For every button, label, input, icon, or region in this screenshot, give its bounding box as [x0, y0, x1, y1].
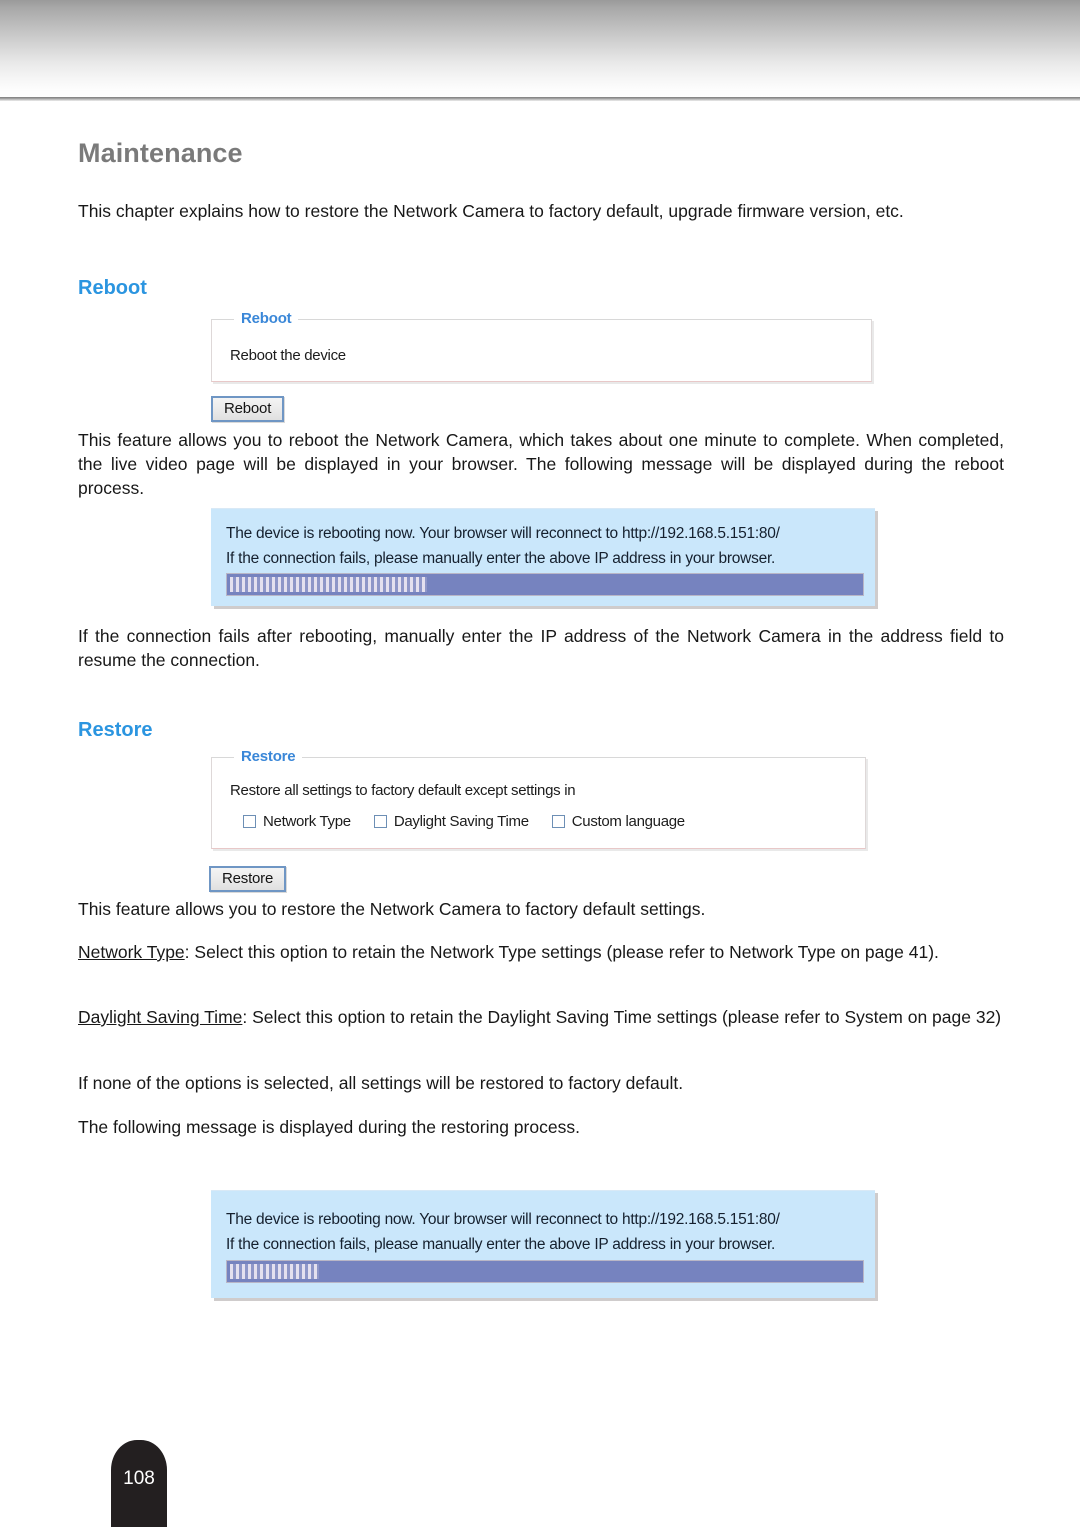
restore-message-intro-paragraph: The following message is displayed durin…: [78, 1117, 580, 1137]
restore-progress-bar: [226, 1260, 864, 1283]
section-heading-restore: Restore: [78, 719, 153, 741]
reboot-dialog-line-2: If the connection fails, please manually…: [226, 550, 776, 567]
reboot-progress-dialog: The device is rebooting now. Your browse…: [211, 508, 875, 606]
restore-dialog-line-2: If the connection fails, please manually…: [226, 1236, 776, 1253]
restore-description: Restore all settings to factory default …: [230, 782, 576, 799]
reboot-fallback-paragraph: If the connection fails after rebooting,…: [78, 626, 1004, 670]
reboot-progress-fill: [230, 577, 428, 592]
definition-term-network-type: Network Type: [78, 942, 185, 962]
reboot-fieldset-legend: Reboot: [234, 310, 299, 327]
reboot-fieldset: Reboot Reboot the device: [211, 310, 872, 382]
checkbox-label: Network Type: [263, 813, 351, 830]
restore-dialog-line-1: The device is rebooting now. Your browse…: [226, 1211, 780, 1228]
definition-body-daylight-saving-time: : Select this option to retain the Dayli…: [242, 1007, 1002, 1027]
reboot-explanation-paragraph: This feature allows you to reboot the Ne…: [78, 430, 1004, 498]
restore-fieldset-legend: Restore: [234, 748, 303, 765]
page-title: Maintenance: [78, 138, 243, 168]
reboot-button[interactable]: Reboot: [211, 396, 285, 422]
restore-settings-panel: Restore Restore all settings to factory …: [211, 748, 866, 849]
checkbox-box-icon[interactable]: [373, 815, 387, 828]
restore-progress-dialog: The device is rebooting now. Your browse…: [211, 1190, 875, 1298]
chapter-intro-paragraph: This chapter explains how to restore the…: [78, 201, 904, 221]
checkbox-custom-language[interactable]: Custom language: [551, 813, 685, 830]
restore-explanation-paragraph: This feature allows you to restore the N…: [78, 899, 706, 919]
checkbox-box-icon[interactable]: [551, 815, 565, 828]
definition-daylight-saving-time: Daylight Saving Time: Select this option…: [78, 1005, 1004, 1029]
definition-network-type: Network Type: Select this option to reta…: [78, 940, 1004, 964]
page-number-tab: 108: [111, 1440, 167, 1527]
restore-none-selected-paragraph: If none of the options is selected, all …: [78, 1073, 684, 1093]
restore-fieldset: Restore Restore all settings to factory …: [211, 748, 866, 849]
definition-body-network-type: : Select this option to retain the Netwo…: [184, 942, 939, 962]
reboot-description: Reboot the device: [230, 347, 346, 364]
page-header-rule: [0, 97, 1080, 101]
section-heading-reboot: Reboot: [78, 277, 147, 299]
reboot-progress-bar: [226, 573, 864, 596]
restore-progress-fill: [230, 1264, 320, 1279]
checkbox-label: Custom language: [571, 813, 685, 830]
restore-button[interactable]: Restore: [209, 866, 287, 892]
checkbox-network-type[interactable]: Network Type: [243, 813, 351, 830]
checkbox-daylight-saving-time[interactable]: Daylight Saving Time: [373, 813, 529, 830]
reboot-settings-panel: Reboot Reboot the device: [211, 310, 872, 382]
definition-term-daylight-saving-time: Daylight Saving Time: [78, 1007, 243, 1027]
page-header-banner: [0, 0, 1080, 97]
checkbox-label: Daylight Saving Time: [393, 813, 529, 830]
restore-exception-checkbox-group: Network Type Daylight Saving Time Custom…: [243, 813, 685, 830]
reboot-dialog-line-1: The device is rebooting now. Your browse…: [226, 525, 780, 542]
checkbox-box-icon[interactable]: [243, 815, 256, 828]
